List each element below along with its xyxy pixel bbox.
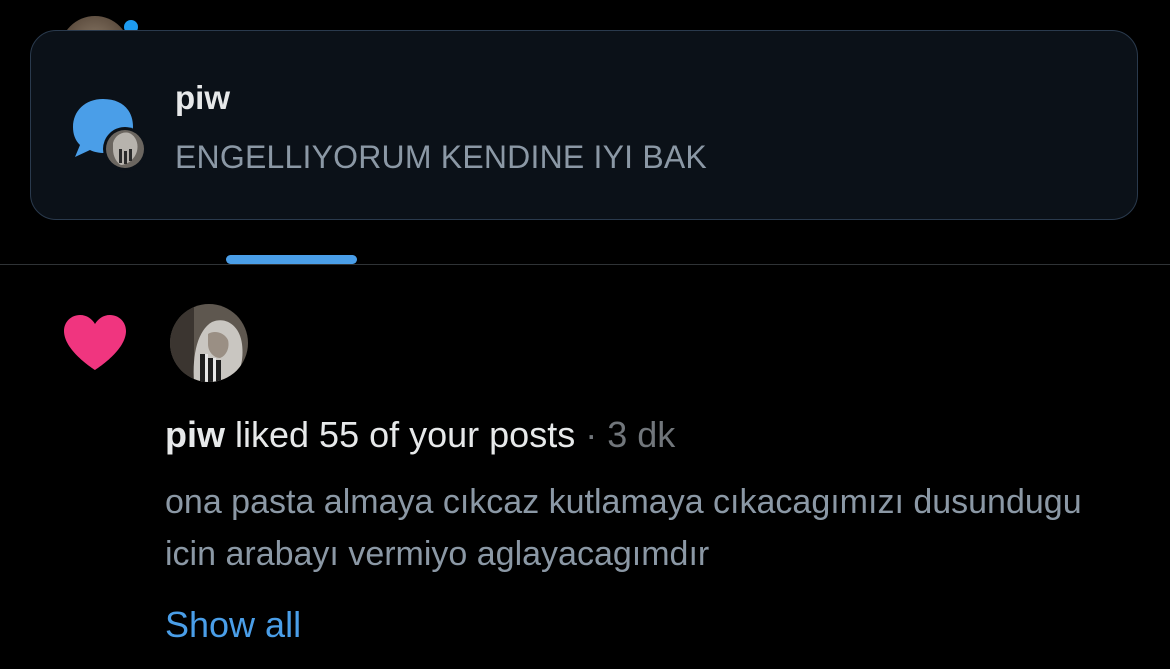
divider bbox=[0, 264, 1170, 265]
action-text: liked 55 of your posts bbox=[225, 414, 576, 455]
notification-message: ENGELLIYORUM KENDINE IYI BAK bbox=[175, 139, 707, 175]
active-tab-indicator bbox=[226, 255, 357, 264]
push-notification-banner[interactable]: piw ENGELLIYORUM KENDINE IYI BAK bbox=[30, 30, 1138, 220]
post-preview-text[interactable]: ona pasta almaya cıkcaz kutlamaya cıkaca… bbox=[165, 476, 1105, 580]
notification-summary[interactable]: piw liked 55 of your posts · 3 dk bbox=[165, 414, 675, 456]
timestamp: 3 dk bbox=[607, 414, 676, 455]
separator: · bbox=[575, 414, 608, 455]
avatar-image bbox=[170, 304, 248, 382]
username[interactable]: piw bbox=[165, 414, 225, 455]
heart-icon bbox=[64, 315, 126, 370]
notifications-screen: piw ENGELLIYORUM KENDINE IYI BAK piw lik… bbox=[0, 0, 1170, 669]
user-avatar[interactable] bbox=[170, 304, 248, 382]
show-all-link[interactable]: Show all bbox=[165, 604, 301, 646]
message-bubble-icon bbox=[73, 99, 147, 171]
notification-title: piw bbox=[175, 79, 230, 116]
